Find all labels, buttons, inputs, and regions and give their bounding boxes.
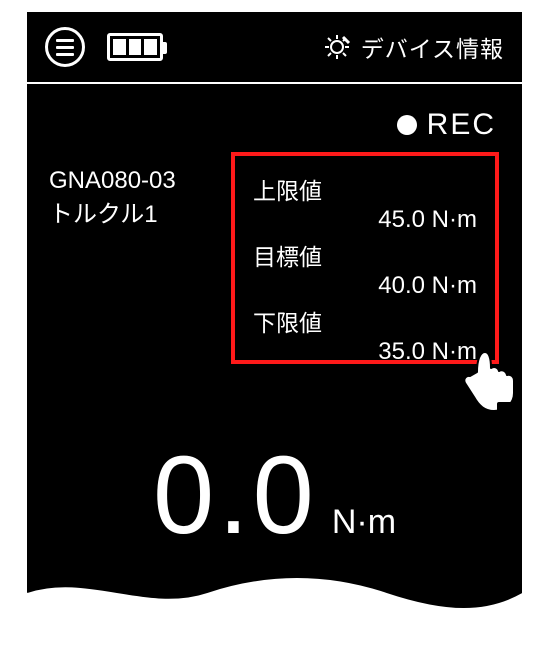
upper-limit-label: 上限値: [253, 172, 477, 206]
device-model: GNA080-03: [49, 164, 176, 198]
device-identity: GNA080-03 トルクル1: [49, 164, 176, 231]
torque-value: 0.0: [153, 432, 318, 559]
rec-dot-icon: [397, 115, 417, 135]
target-label: 目標値: [253, 238, 477, 272]
rec-label: REC: [427, 108, 496, 142]
torn-edge-decoration: [27, 570, 522, 612]
limits-panel[interactable]: 上限値 45.0 N·m 目標値 40.0 N·m 下限値 35.0 N·m: [231, 152, 499, 364]
device-info-button[interactable]: デバイス情報: [321, 30, 504, 64]
device-info-label: デバイス情報: [361, 30, 504, 64]
torque-reading: 0.0 N·m: [27, 432, 522, 559]
torque-unit: N·m: [332, 503, 396, 542]
gear-wrench-icon: [321, 31, 353, 63]
rec-indicator: REC: [397, 108, 496, 142]
device-name: トルクル1: [49, 198, 176, 232]
lower-limit-value: 35.0 N·m: [253, 338, 477, 366]
upper-limit-value: 45.0 N·m: [253, 206, 477, 234]
target-value: 40.0 N·m: [253, 272, 477, 300]
header-bar: デバイス情報: [27, 12, 522, 84]
lower-limit-label: 下限値: [253, 304, 477, 338]
battery-icon: [107, 33, 163, 61]
menu-icon[interactable]: [45, 27, 85, 67]
app-screen: デバイス情報 REC GNA080-03 トルクル1 上限値 45.0 N·m …: [27, 12, 522, 612]
